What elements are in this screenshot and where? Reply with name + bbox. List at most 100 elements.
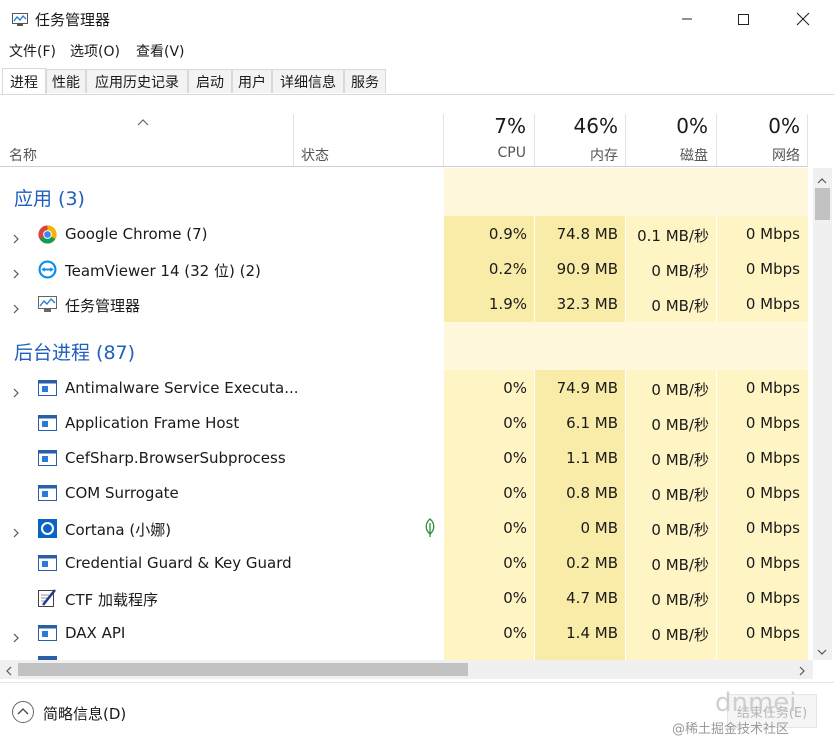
mem-value: 0 MB (580, 519, 618, 537)
mem-value: 74.9 MB (556, 379, 618, 397)
mem-value: 1.1 MB (566, 449, 618, 467)
cpu-value: 0% (503, 589, 527, 607)
maximize-button[interactable] (720, 0, 766, 38)
disk-value: 0.1 MB/秒 (637, 227, 709, 245)
group-background-title[interactable]: 后台进程 (87) (14, 338, 135, 365)
tab-startup[interactable]: 启动 (188, 69, 232, 93)
disk-value: 0 MB/秒 (651, 521, 709, 539)
net-value: 0 Mbps (745, 554, 800, 572)
process-name[interactable]: CTF 加载程序 (65, 589, 158, 610)
scroll-up-arrow-icon[interactable] (815, 172, 829, 184)
process-name[interactable]: COM Surrogate (65, 484, 179, 502)
group-apps-title[interactable]: 应用 (3) (14, 184, 85, 211)
chrome-icon (38, 225, 57, 244)
disk-value: 0 MB/秒 (651, 626, 709, 644)
expand-chevron-icon[interactable] (11, 299, 21, 314)
disk-value: 0 MB/秒 (651, 451, 709, 469)
expand-chevron-icon[interactable] (11, 383, 21, 398)
collapse-circle-icon[interactable] (11, 700, 35, 724)
disk-value: 0 MB/秒 (651, 486, 709, 504)
process-name[interactable]: Application Frame Host (65, 414, 239, 432)
col-disk-header[interactable]: 磁盘 (626, 145, 708, 165)
mem-value: 1.4 MB (566, 624, 618, 642)
net-value: 0 Mbps (745, 225, 800, 243)
vertical-scrollbar[interactable] (813, 168, 832, 660)
menu-view[interactable]: 查看(V) (136, 41, 185, 61)
cpu-value: 0% (503, 484, 527, 502)
cpu-value: 1.9% (488, 295, 527, 313)
process-window-icon (38, 450, 57, 466)
group-band (444, 322, 808, 370)
process-name[interactable]: DAX API (65, 624, 125, 642)
process-name[interactable]: CefSharp.BrowserSubprocess (65, 449, 286, 467)
menu-file[interactable]: 文件(F) (9, 41, 56, 61)
tab-processes[interactable]: 进程 (2, 68, 46, 94)
task-manager-icon (38, 296, 57, 313)
scroll-right-arrow-icon[interactable] (796, 663, 808, 677)
col-cpu-header[interactable]: CPU (444, 145, 526, 161)
mem-percent[interactable]: 46% (535, 114, 618, 138)
col-divider (293, 114, 294, 166)
brief-details-link[interactable]: 简略信息(D) (43, 703, 126, 724)
process-window-icon (38, 625, 57, 641)
net-value: 0 Mbps (745, 414, 800, 432)
window-title: 任务管理器 (35, 11, 111, 29)
col-mem-header[interactable]: 内存 (535, 145, 618, 165)
cpu-value: 0% (503, 519, 527, 537)
tab-details[interactable]: 详细信息 (272, 69, 344, 93)
cpu-value: 0% (503, 414, 527, 432)
sort-up-icon (136, 112, 150, 126)
cpu-value: 0% (503, 379, 527, 397)
expand-chevron-icon[interactable] (11, 523, 21, 538)
col-divider (807, 114, 808, 166)
tab-performance[interactable]: 性能 (46, 69, 86, 93)
process-name[interactable]: Antimalware Service Executa... (65, 379, 299, 397)
close-icon (796, 12, 810, 26)
process-window-icon (38, 380, 57, 396)
process-window-icon (38, 555, 57, 571)
process-name[interactable]: 任务管理器 (65, 295, 140, 316)
minimize-button[interactable] (664, 0, 710, 38)
disk-percent[interactable]: 0% (626, 114, 708, 138)
col-net-header[interactable]: 网络 (717, 145, 800, 165)
menu-options[interactable]: 选项(O) (70, 41, 120, 61)
tab-app-history[interactable]: 应用历史记录 (86, 69, 188, 93)
ctf-pen-icon (38, 588, 57, 608)
net-value: 0 Mbps (745, 624, 800, 642)
close-button[interactable] (780, 0, 826, 38)
expand-chevron-icon[interactable] (11, 229, 21, 244)
tab-services[interactable]: 服务 (344, 69, 386, 93)
process-window-icon (38, 415, 57, 431)
tab-users[interactable]: 用户 (232, 69, 272, 93)
col-name-header[interactable]: 名称 (9, 145, 37, 165)
net-value: 0 Mbps (745, 589, 800, 607)
cpu-percent[interactable]: 7% (444, 114, 526, 138)
scroll-down-arrow-icon[interactable] (815, 643, 829, 655)
vertical-scroll-thumb[interactable] (815, 188, 830, 220)
mem-value: 0.2 MB (566, 554, 618, 572)
disk-value: 0 MB/秒 (651, 381, 709, 399)
mem-value: 4.7 MB (566, 589, 618, 607)
process-window-icon (38, 485, 57, 501)
process-name[interactable]: Credential Guard & Key Guard (65, 554, 292, 572)
teamviewer-icon (38, 260, 57, 279)
expand-chevron-icon[interactable] (11, 628, 21, 643)
col-status-header[interactable]: 状态 (301, 145, 329, 165)
mem-value: 32.3 MB (556, 295, 618, 313)
net-value: 0 Mbps (745, 379, 800, 397)
watermark-credit: @稀土掘金技术社区 (672, 722, 790, 737)
process-name[interactable]: TeamViewer 14 (32 位) (2) (65, 260, 261, 281)
horizontal-scroll-thumb[interactable] (18, 663, 468, 676)
process-name[interactable]: Google Chrome (7) (65, 225, 208, 243)
process-name[interactable]: Cortana (小娜) (65, 519, 171, 540)
expand-chevron-icon[interactable] (11, 264, 21, 279)
net-value: 0 Mbps (745, 295, 800, 313)
cortana-icon (38, 519, 57, 538)
group-band (444, 168, 808, 216)
disk-value: 0 MB/秒 (651, 297, 709, 315)
scroll-left-arrow-icon[interactable] (3, 663, 15, 677)
watermark-logo: dnmei (715, 688, 797, 718)
minimize-icon (682, 18, 692, 20)
header-divider (0, 166, 808, 167)
net-percent[interactable]: 0% (717, 114, 800, 138)
